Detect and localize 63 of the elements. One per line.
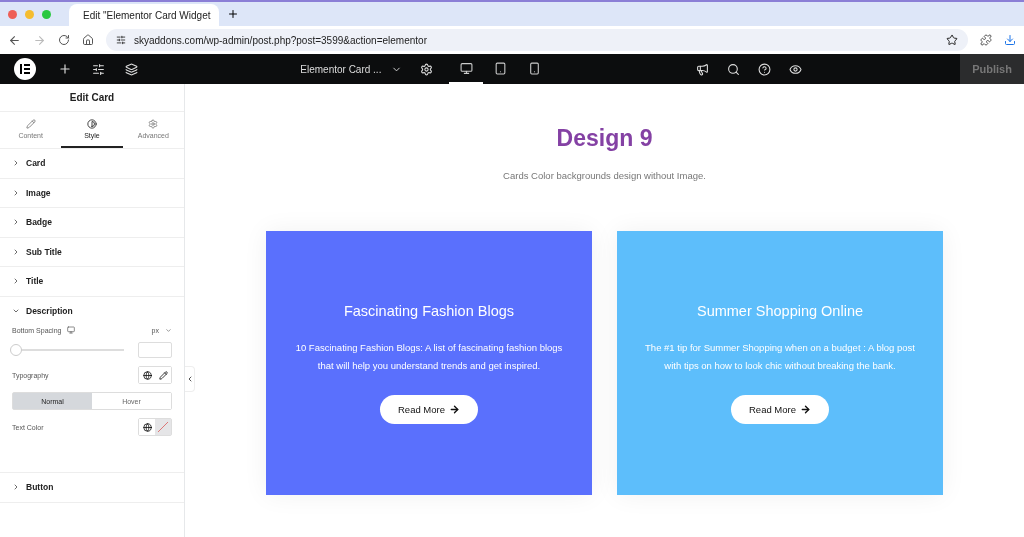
color-swatch[interactable] [155,419,171,435]
caret-right-icon [12,247,20,256]
document-title[interactable]: Elementor Card ... [292,63,411,75]
pencil-icon [25,119,36,129]
subtitle: Cards Color backgrounds design without Image. [503,170,706,181]
section-header[interactable]: Description [0,296,184,326]
reload-icon[interactable] [58,34,70,46]
globe-icon [142,422,152,432]
layers-icon[interactable] [125,62,138,76]
extensions-icon[interactable] [980,34,992,46]
pencil-icon [158,370,168,380]
add-icon[interactable] [58,62,72,76]
site-settings-icon [116,35,126,45]
settings-sliders-icon[interactable] [92,62,105,76]
caret-down-icon [165,326,172,334]
desktop-icon [67,326,76,334]
number-field[interactable] [138,342,172,358]
heading: Design 9 [556,125,653,152]
arrow-right-icon [449,404,460,415]
back-icon[interactable] [8,33,21,47]
desktop-icon [459,61,473,75]
address-bar[interactable]: skyaddons.com/wp-admin/post.php?post=3599&action=elementor [106,29,968,51]
elementor-logo[interactable] [14,58,36,80]
bookmark-star-icon[interactable] [946,34,958,46]
globe-icon [142,370,152,380]
caret-right-icon [12,159,20,168]
section-header[interactable]: Badge [0,208,184,238]
url-text: skyaddons.com/wp-admin/post.php?post=3599&action=elementor [134,34,427,46]
caret-right-icon [12,218,20,227]
caret-right-icon [12,483,20,492]
caret-right-icon [12,277,20,286]
search-icon[interactable] [726,62,740,76]
caret-right-icon [12,188,20,197]
card-title: Summer Shopping Online [696,303,863,319]
settings-icon[interactable] [420,62,434,76]
help-icon[interactable] [757,62,771,76]
card-title: Fascinating Fashion Blogs [343,303,515,319]
home-icon[interactable] [82,34,94,46]
section-header[interactable]: Sub Title [0,237,184,267]
global-button[interactable] [139,367,155,383]
read-more-button[interactable]: Read More [380,395,478,424]
section-header[interactable]: Card [0,149,184,179]
panel-title: Edit Card [0,84,184,112]
slider-thumb[interactable] [10,344,22,356]
section-header[interactable]: Image [0,178,184,208]
global-button[interactable] [139,419,155,435]
tab-title: Edit "Elementor Card Widget [83,9,211,21]
gear-icon [148,119,159,129]
browser-tab[interactable]: Edit "Elementor Card Widget [69,4,219,26]
section-header[interactable]: Title [0,267,184,297]
arrow-right-icon [800,404,811,415]
section-header[interactable]: Button [0,473,184,503]
megaphone-icon[interactable] [695,62,709,76]
preview-icon[interactable] [788,62,802,76]
card-description: The #1 tip for Summer Shopping when on a budget : A blog post with tips on how to look chic without breaking the bank. [644,341,916,373]
tablet-icon [493,61,507,75]
new-tab-icon[interactable] [227,8,239,20]
card-description: 10 Fascinating Fashion Blogs: A list of fascinating fashion blogs that will help you understand trends and get inspired. [294,341,564,373]
close-window-icon[interactable] [8,9,17,19]
mobile-icon [527,61,541,75]
contrast-icon [87,119,97,129]
download-icon[interactable] [1004,34,1016,46]
read-more-button[interactable]: Read More [731,395,829,424]
